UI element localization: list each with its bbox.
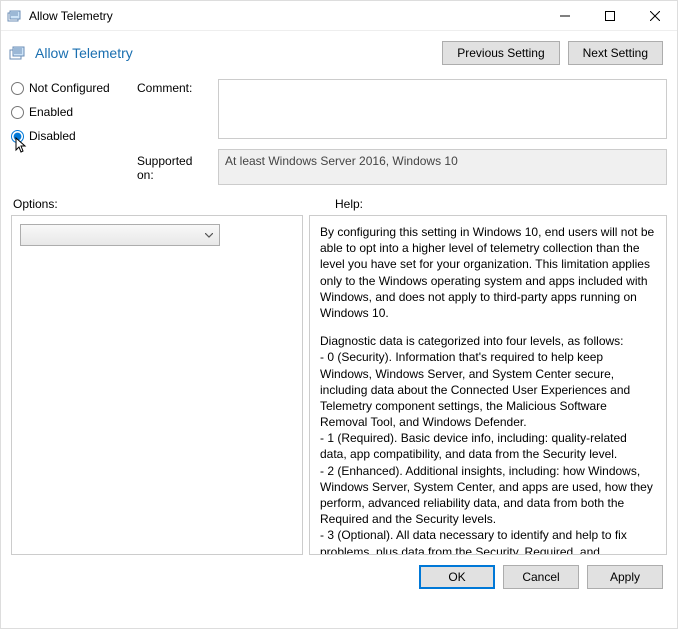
previous-setting-button[interactable]: Previous Setting xyxy=(442,41,559,65)
close-button[interactable] xyxy=(632,1,677,30)
footer: OK Cancel Apply xyxy=(1,555,677,599)
help-paragraph: By configuring this setting in Windows 1… xyxy=(320,224,656,321)
comment-input[interactable] xyxy=(218,79,667,139)
minimize-button[interactable] xyxy=(542,1,587,30)
radio-enabled-input[interactable] xyxy=(11,106,24,119)
help-level-1: - 1 (Required). Basic device info, inclu… xyxy=(320,430,656,462)
ok-button[interactable]: OK xyxy=(419,565,495,589)
state-radio-group: Not Configured Enabled Disabled xyxy=(11,79,131,143)
supported-label: Supported on: xyxy=(137,152,212,182)
config-grid: Not Configured Enabled Disabled Comment:… xyxy=(1,75,677,193)
help-label: Help: xyxy=(335,197,363,211)
maximize-button[interactable] xyxy=(587,1,632,30)
comment-label: Comment: xyxy=(137,79,212,95)
radio-label: Not Configured xyxy=(29,81,110,95)
split-labels: Options: Help: xyxy=(1,193,677,215)
app-icon xyxy=(7,8,23,24)
radio-label: Disabled xyxy=(29,129,76,143)
radio-enabled[interactable]: Enabled xyxy=(11,105,131,119)
window-title: Allow Telemetry xyxy=(29,9,542,23)
help-level-3: - 3 (Optional). All data necessary to id… xyxy=(320,527,656,555)
page-title: Allow Telemetry xyxy=(35,45,434,61)
radio-label: Enabled xyxy=(29,105,73,119)
panes: By configuring this setting in Windows 1… xyxy=(1,215,677,555)
policy-icon xyxy=(9,44,27,62)
window-controls xyxy=(542,1,677,30)
supported-on-value: At least Windows Server 2016, Windows 10 xyxy=(218,149,667,185)
titlebar: Allow Telemetry xyxy=(1,1,677,31)
options-label: Options: xyxy=(13,197,335,211)
radio-disabled-input[interactable] xyxy=(11,130,24,143)
options-pane xyxy=(11,215,303,555)
help-pane[interactable]: By configuring this setting in Windows 1… xyxy=(309,215,667,555)
help-level-2: - 2 (Enhanced). Additional insights, inc… xyxy=(320,463,656,528)
radio-disabled[interactable]: Disabled xyxy=(11,129,131,143)
options-dropdown[interactable] xyxy=(20,224,220,246)
chevron-down-icon xyxy=(205,230,213,241)
help-paragraph: Diagnostic data is categorized into four… xyxy=(320,333,656,349)
cancel-button[interactable]: Cancel xyxy=(503,565,579,589)
radio-not-configured[interactable]: Not Configured xyxy=(11,81,131,95)
apply-button[interactable]: Apply xyxy=(587,565,663,589)
header: Allow Telemetry Previous Setting Next Se… xyxy=(1,31,677,75)
help-level-0: - 0 (Security). Information that's requi… xyxy=(320,349,656,430)
radio-not-configured-input[interactable] xyxy=(11,82,24,95)
next-setting-button[interactable]: Next Setting xyxy=(568,41,663,65)
